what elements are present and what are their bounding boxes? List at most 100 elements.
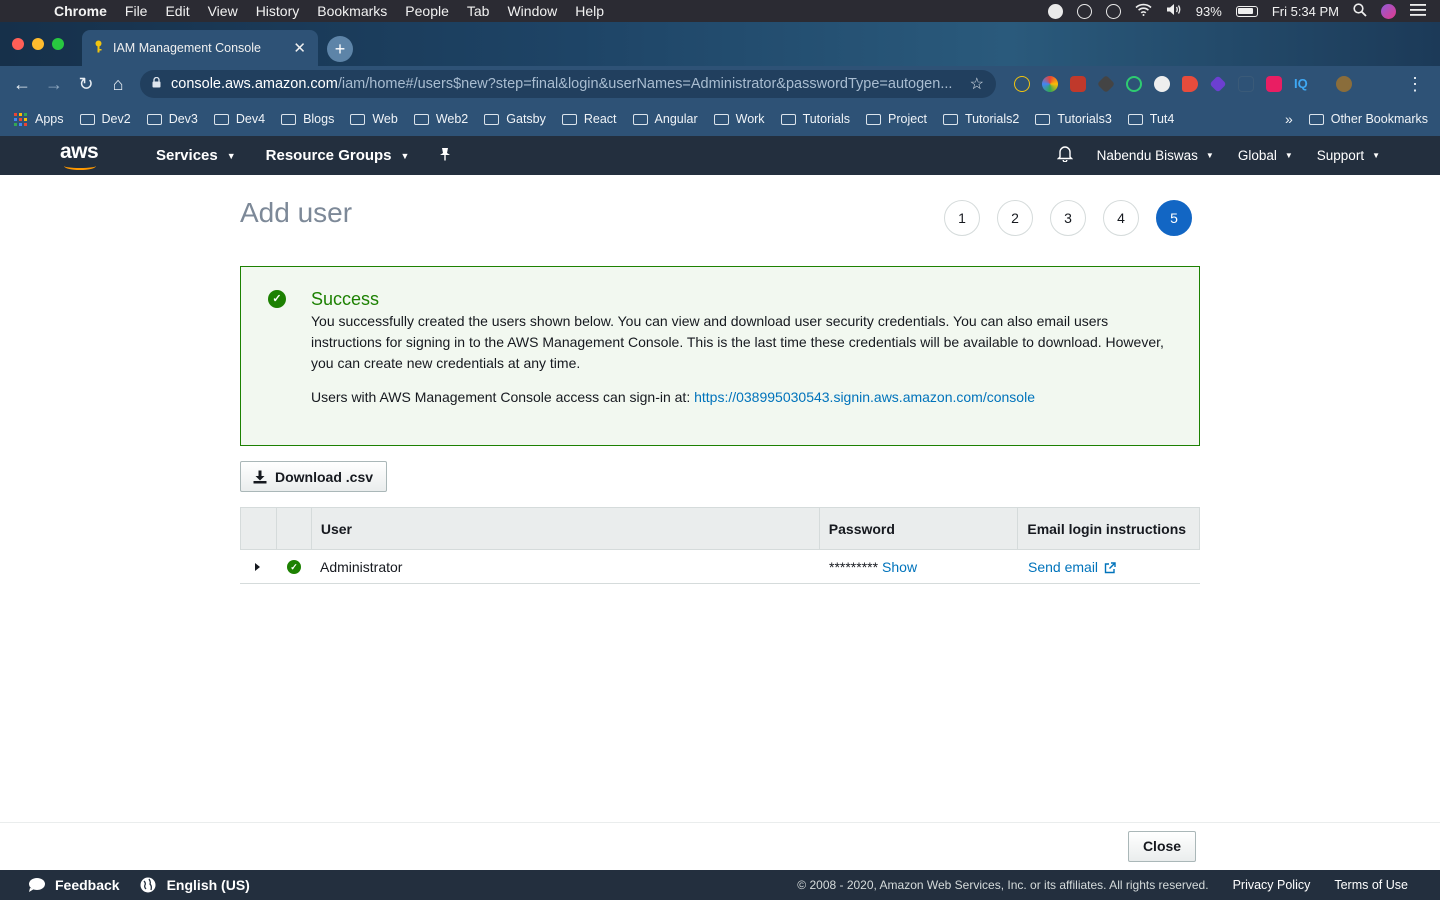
- region-menu[interactable]: Global ▼: [1238, 148, 1293, 163]
- show-password-link[interactable]: Show: [882, 559, 917, 575]
- bookmark-folder-blogs[interactable]: Blogs: [281, 112, 334, 126]
- wifi-icon[interactable]: [1135, 3, 1152, 19]
- resource-groups-menu[interactable]: Resource Groups ▼: [266, 147, 410, 164]
- success-check-icon: ✓: [268, 290, 286, 308]
- bookmark-folder-tutorials2[interactable]: Tutorials2: [942, 112, 1019, 126]
- close-window-button[interactable]: [12, 38, 24, 50]
- browser-tab-active[interactable]: IAM Management Console ✕: [82, 30, 318, 66]
- bookmark-folder-work[interactable]: Work: [713, 112, 765, 126]
- extension-icons: IQ: [1014, 74, 1352, 94]
- battery-icon[interactable]: [1235, 5, 1258, 17]
- menu-file[interactable]: File: [125, 3, 148, 19]
- menu-edit[interactable]: Edit: [165, 3, 189, 19]
- menu-app-chrome[interactable]: Chrome: [54, 3, 107, 19]
- support-menu[interactable]: Support ▼: [1317, 148, 1380, 163]
- color-picker-extension-icon[interactable]: [1042, 76, 1058, 92]
- browser-menu-icon[interactable]: ⋮: [1406, 74, 1424, 95]
- notification-center-icon[interactable]: [1410, 3, 1426, 19]
- menu-tab[interactable]: Tab: [467, 3, 490, 19]
- extension-icon-3[interactable]: [1070, 76, 1086, 92]
- column-header-expand: [241, 508, 277, 549]
- bookmark-star-icon[interactable]: ☆: [970, 74, 984, 94]
- menu-help[interactable]: Help: [575, 3, 604, 19]
- extension-icon-8[interactable]: [1209, 75, 1227, 93]
- bookmark-folder-tutorials[interactable]: Tutorials: [780, 112, 850, 126]
- spotlight-search-icon[interactable]: [1353, 2, 1367, 20]
- download-csv-button[interactable]: Download .csv: [240, 461, 387, 492]
- aws-logo[interactable]: aws: [60, 140, 102, 171]
- address-bar[interactable]: console.aws.amazon.com /iam/home#/users$…: [140, 70, 996, 98]
- page-title: Add user: [240, 197, 353, 228]
- signin-url-link[interactable]: https://038995030543.signin.aws.amazon.c…: [694, 389, 1035, 405]
- bookmark-apps[interactable]: Apps: [14, 112, 64, 126]
- wizard-step-4[interactable]: 4: [1103, 200, 1139, 236]
- close-tab-icon[interactable]: ✕: [293, 39, 306, 57]
- folder-icon: [866, 113, 882, 125]
- bookmark-folder-web[interactable]: Web: [350, 112, 398, 126]
- menu-people[interactable]: People: [405, 3, 449, 19]
- wizard-step-2[interactable]: 2: [997, 200, 1033, 236]
- siri-icon[interactable]: [1381, 3, 1396, 19]
- minimize-window-button[interactable]: [32, 38, 44, 50]
- menu-window[interactable]: Window: [507, 3, 557, 19]
- wizard-step-1[interactable]: 1: [944, 200, 980, 236]
- pin-icon[interactable]: [439, 147, 451, 164]
- video-extension-icon[interactable]: [1182, 76, 1198, 92]
- close-button[interactable]: Close: [1128, 831, 1196, 862]
- volume-icon[interactable]: [1166, 3, 1182, 19]
- account-menu[interactable]: Nabendu Biswas ▼: [1097, 148, 1214, 163]
- row-user: Administrator: [320, 558, 403, 575]
- back-arrow-icon[interactable]: ←: [6, 74, 38, 95]
- external-link-icon[interactable]: [1104, 561, 1116, 573]
- menu-view[interactable]: View: [208, 3, 238, 19]
- wizard-step-3[interactable]: 3: [1050, 200, 1086, 236]
- bookmark-folder-tut4[interactable]: Tut4: [1127, 112, 1174, 126]
- privacy-policy-link[interactable]: Privacy Policy: [1233, 878, 1311, 892]
- forward-arrow-icon[interactable]: →: [38, 74, 70, 95]
- caret-right-icon: [255, 562, 260, 571]
- send-email-link[interactable]: Send email: [1028, 559, 1098, 575]
- bookmark-label: Other Bookmarks: [1330, 112, 1428, 126]
- feedback-button[interactable]: Feedback: [28, 877, 120, 893]
- bookmark-folder-dev3[interactable]: Dev3: [146, 112, 198, 126]
- language-selector[interactable]: English (US): [140, 877, 250, 893]
- profile-avatar[interactable]: [1336, 76, 1352, 92]
- extension-icon-1[interactable]: [1014, 76, 1030, 92]
- folder-icon: [561, 113, 577, 125]
- bookmark-folder-web2[interactable]: Web2: [413, 112, 469, 126]
- menu-bookmarks[interactable]: Bookmarks: [317, 3, 387, 19]
- home-icon[interactable]: ⌂: [102, 74, 134, 95]
- extension-icon-10[interactable]: [1266, 76, 1282, 92]
- bookmark-folder-project[interactable]: Project: [866, 112, 927, 126]
- menu-clock[interactable]: Fri 5:34 PM: [1272, 4, 1339, 19]
- bookmark-folder-dev2[interactable]: Dev2: [79, 112, 131, 126]
- terms-of-use-link[interactable]: Terms of Use: [1334, 878, 1408, 892]
- time-machine-icon[interactable]: [1105, 3, 1121, 19]
- extension-icon-9[interactable]: [1238, 76, 1254, 92]
- extension-icon-6[interactable]: [1154, 76, 1170, 92]
- row-expand-toggle[interactable]: [240, 550, 276, 583]
- bookmark-folder-react[interactable]: React: [561, 112, 617, 126]
- bookmark-folder-dev4[interactable]: Dev4: [213, 112, 265, 126]
- zoom-window-button[interactable]: [52, 38, 64, 50]
- extension-icon-5[interactable]: [1126, 76, 1142, 92]
- lock-icon[interactable]: [152, 76, 161, 91]
- new-tab-button[interactable]: +: [327, 36, 353, 62]
- iq-extension-icon[interactable]: IQ: [1294, 76, 1310, 92]
- bookmark-label: Web2: [435, 112, 469, 126]
- bookmark-folder-tutorials3[interactable]: Tutorials3: [1035, 112, 1112, 126]
- bookmarks-overflow-button[interactable]: »: [1285, 111, 1293, 127]
- creative-cloud-icon[interactable]: [1076, 3, 1092, 19]
- services-menu[interactable]: Services ▼: [156, 147, 236, 164]
- bookmark-folder-gatsby[interactable]: Gatsby: [484, 112, 546, 126]
- browser-toolbar: ← → ↻ ⌂ console.aws.amazon.com /iam/home…: [0, 66, 1440, 102]
- table-row: ✓ Administrator ********* Show Send emai…: [240, 550, 1200, 584]
- reload-icon[interactable]: ↻: [70, 74, 102, 95]
- aws-nav-right: Nabendu Biswas ▼ Global ▼ Support ▼: [1056, 145, 1380, 166]
- check-status-icon[interactable]: [1047, 3, 1063, 19]
- bookmark-folder-angular[interactable]: Angular: [632, 112, 698, 126]
- bell-icon[interactable]: [1056, 145, 1073, 166]
- pen-extension-icon[interactable]: [1096, 74, 1116, 94]
- menu-history[interactable]: History: [256, 3, 300, 19]
- bookmark-folder-other[interactable]: Other Bookmarks: [1308, 112, 1428, 126]
